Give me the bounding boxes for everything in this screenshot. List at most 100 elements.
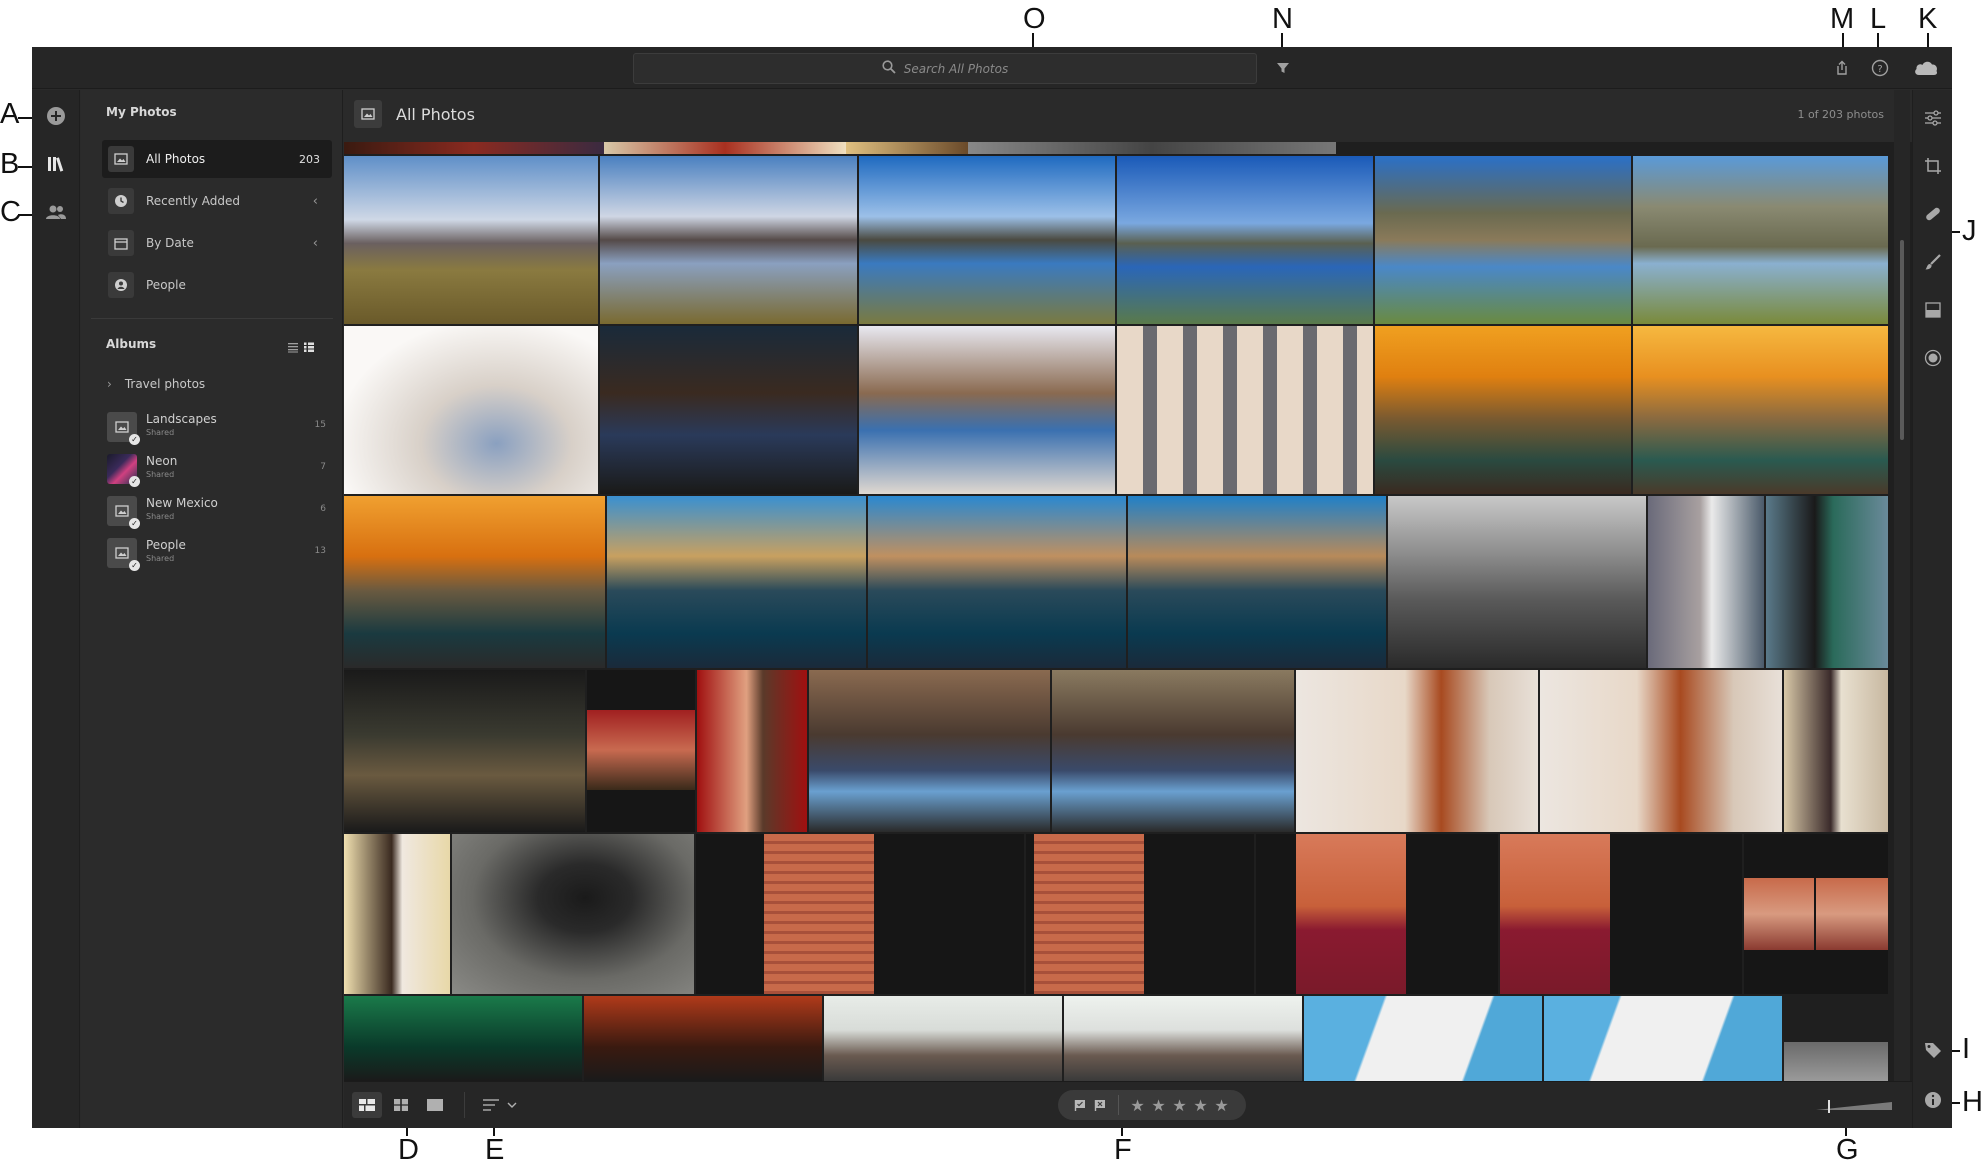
library-icon[interactable] xyxy=(42,150,70,178)
photo-thumbnail[interactable] xyxy=(604,142,846,154)
photo-thumbnail[interactable] xyxy=(1296,670,1538,832)
photo-thumbnail[interactable] xyxy=(1544,996,1782,1081)
photo-thumbnail[interactable] xyxy=(1375,156,1631,324)
photo-thumbnail[interactable] xyxy=(1128,496,1386,668)
album-thumbnail: ✓ xyxy=(107,412,140,445)
star-icon[interactable]: ★ xyxy=(1169,1095,1190,1115)
list-view-icon[interactable] xyxy=(287,338,299,353)
star-icon[interactable]: ★ xyxy=(1190,1095,1211,1115)
photo-thumbnail[interactable] xyxy=(859,326,1115,494)
photo-thumbnail[interactable] xyxy=(868,496,1126,668)
scrollbar-thumb[interactable] xyxy=(1900,240,1904,440)
photo-thumbnail[interactable] xyxy=(600,156,857,324)
photo-thumbnail[interactable] xyxy=(846,142,968,154)
photo-thumbnail[interactable] xyxy=(1633,326,1888,494)
photo-thumbnail[interactable] xyxy=(824,996,1062,1081)
photo-thumbnail[interactable] xyxy=(584,996,822,1081)
add-photos-icon[interactable] xyxy=(42,102,70,130)
filter-icon[interactable] xyxy=(1271,56,1295,80)
photo-thumbnail[interactable] xyxy=(587,670,695,832)
photo-thumbnail[interactable] xyxy=(344,142,604,154)
photo-thumbnail[interactable] xyxy=(344,326,598,494)
star-icon[interactable]: ★ xyxy=(1211,1095,1232,1115)
sidebar-item-all-photos[interactable]: All Photos 203 xyxy=(102,140,332,178)
album-people[interactable]: ✓ People Shared 13 xyxy=(102,534,332,571)
help-icon[interactable]: ? xyxy=(1868,56,1892,80)
photo-thumbnail[interactable] xyxy=(1052,670,1294,832)
edit-sliders-icon[interactable] xyxy=(1919,104,1947,132)
photo-thumbnail[interactable] xyxy=(452,834,694,994)
radial-gradient-icon[interactable] xyxy=(1919,344,1947,372)
callout-k-line xyxy=(1927,33,1929,47)
photo-thumbnail[interactable] xyxy=(859,156,1115,324)
detail-list-view-icon[interactable] xyxy=(303,338,315,352)
pick-flag-icon[interactable] xyxy=(1070,1095,1090,1115)
photo-thumbnail[interactable] xyxy=(1633,156,1888,324)
photo-thumbnail[interactable] xyxy=(1117,156,1373,324)
shared-people-icon[interactable] xyxy=(42,198,70,226)
bottom-bar: ★ ★ ★ ★ ★ xyxy=(344,1081,1912,1128)
sidebar-item-people[interactable]: People xyxy=(102,266,332,304)
photo-thumbnail[interactable] xyxy=(1304,996,1542,1081)
photo-thumbnail[interactable] xyxy=(344,834,450,994)
photo-thumbnail[interactable] xyxy=(600,326,857,494)
detail-view-button[interactable] xyxy=(420,1092,450,1118)
callout-m: M xyxy=(1830,3,1855,35)
sidebar-item-recently-added[interactable]: Recently Added ‹ xyxy=(102,182,332,220)
crop-icon[interactable] xyxy=(1919,152,1947,180)
photo-thumbnail[interactable] xyxy=(1766,496,1888,668)
photo-thumbnail[interactable] xyxy=(1784,670,1888,832)
chevron-right-icon[interactable]: › xyxy=(107,377,121,391)
top-bar: Search All Photos ? xyxy=(32,47,1952,89)
album-landscapes[interactable]: ✓ Landscapes Shared 15 xyxy=(102,408,332,445)
photo-thumbnail[interactable] xyxy=(1117,326,1373,494)
photo-thumbnail[interactable] xyxy=(1026,834,1254,994)
photo-thumbnail[interactable] xyxy=(344,496,605,668)
chevron-left-icon[interactable]: ‹ xyxy=(313,194,318,209)
healing-bandage-icon[interactable] xyxy=(1919,200,1947,228)
linear-gradient-icon[interactable] xyxy=(1919,296,1947,324)
search-field[interactable]: Search All Photos xyxy=(633,53,1257,84)
folder-travel-photos[interactable]: › Travel photos xyxy=(107,377,327,397)
square-grid-view-button[interactable] xyxy=(386,1092,416,1118)
photo-thumbnail[interactable] xyxy=(1540,670,1782,832)
info-icon[interactable] xyxy=(1919,1086,1947,1114)
photo-thumbnail[interactable] xyxy=(1375,326,1631,494)
chevron-left-icon[interactable]: ‹ xyxy=(313,236,318,251)
photo-thumbnail[interactable] xyxy=(1744,834,1888,994)
photo-thumbnail[interactable] xyxy=(607,496,866,668)
photo-thumbnail[interactable] xyxy=(1500,834,1742,994)
grid-scrollbar[interactable] xyxy=(1894,90,1910,1128)
photo-thumbnail[interactable] xyxy=(968,142,1336,154)
photo-thumbnail[interactable] xyxy=(344,996,582,1081)
photo-thumbnail[interactable] xyxy=(809,670,1050,832)
album-count: 15 xyxy=(314,420,326,430)
sidebar-item-label: People xyxy=(146,278,186,292)
album-shared-label: Shared xyxy=(146,554,175,563)
thumbnail-size-slider[interactable] xyxy=(1814,1096,1894,1116)
share-icon[interactable] xyxy=(1830,56,1854,80)
photo-thumbnail[interactable] xyxy=(1784,1042,1888,1081)
photo-thumbnail[interactable] xyxy=(344,156,598,324)
photo-icon xyxy=(108,146,134,172)
photo-thumbnail[interactable] xyxy=(697,670,807,832)
photo-thumbnail[interactable] xyxy=(1388,496,1646,668)
album-neon[interactable]: ✓ Neon Shared 7 xyxy=(102,450,332,487)
chevron-down-icon[interactable] xyxy=(502,1092,522,1118)
photo-thumbnail[interactable] xyxy=(1256,834,1498,994)
reject-flag-icon[interactable] xyxy=(1090,1095,1110,1115)
cloud-sync-icon[interactable] xyxy=(1911,56,1941,80)
photo-thumbnail[interactable] xyxy=(696,834,1024,994)
callout-a: A xyxy=(0,98,20,130)
photo-thumbnail[interactable] xyxy=(344,670,585,832)
star-icon[interactable]: ★ xyxy=(1148,1095,1169,1115)
brush-icon[interactable] xyxy=(1919,248,1947,276)
album-new-mexico[interactable]: ✓ New Mexico Shared 6 xyxy=(102,492,332,529)
sidebar-item-by-date[interactable]: By Date ‹ xyxy=(102,224,332,262)
photo-thumbnail[interactable] xyxy=(1648,496,1764,668)
star-icon[interactable]: ★ xyxy=(1127,1095,1148,1115)
keyword-tag-icon[interactable] xyxy=(1919,1036,1947,1064)
photo-thumbnail[interactable] xyxy=(1064,996,1302,1081)
photo-grid-view-button[interactable] xyxy=(352,1092,382,1118)
shared-check-icon: ✓ xyxy=(129,476,140,487)
